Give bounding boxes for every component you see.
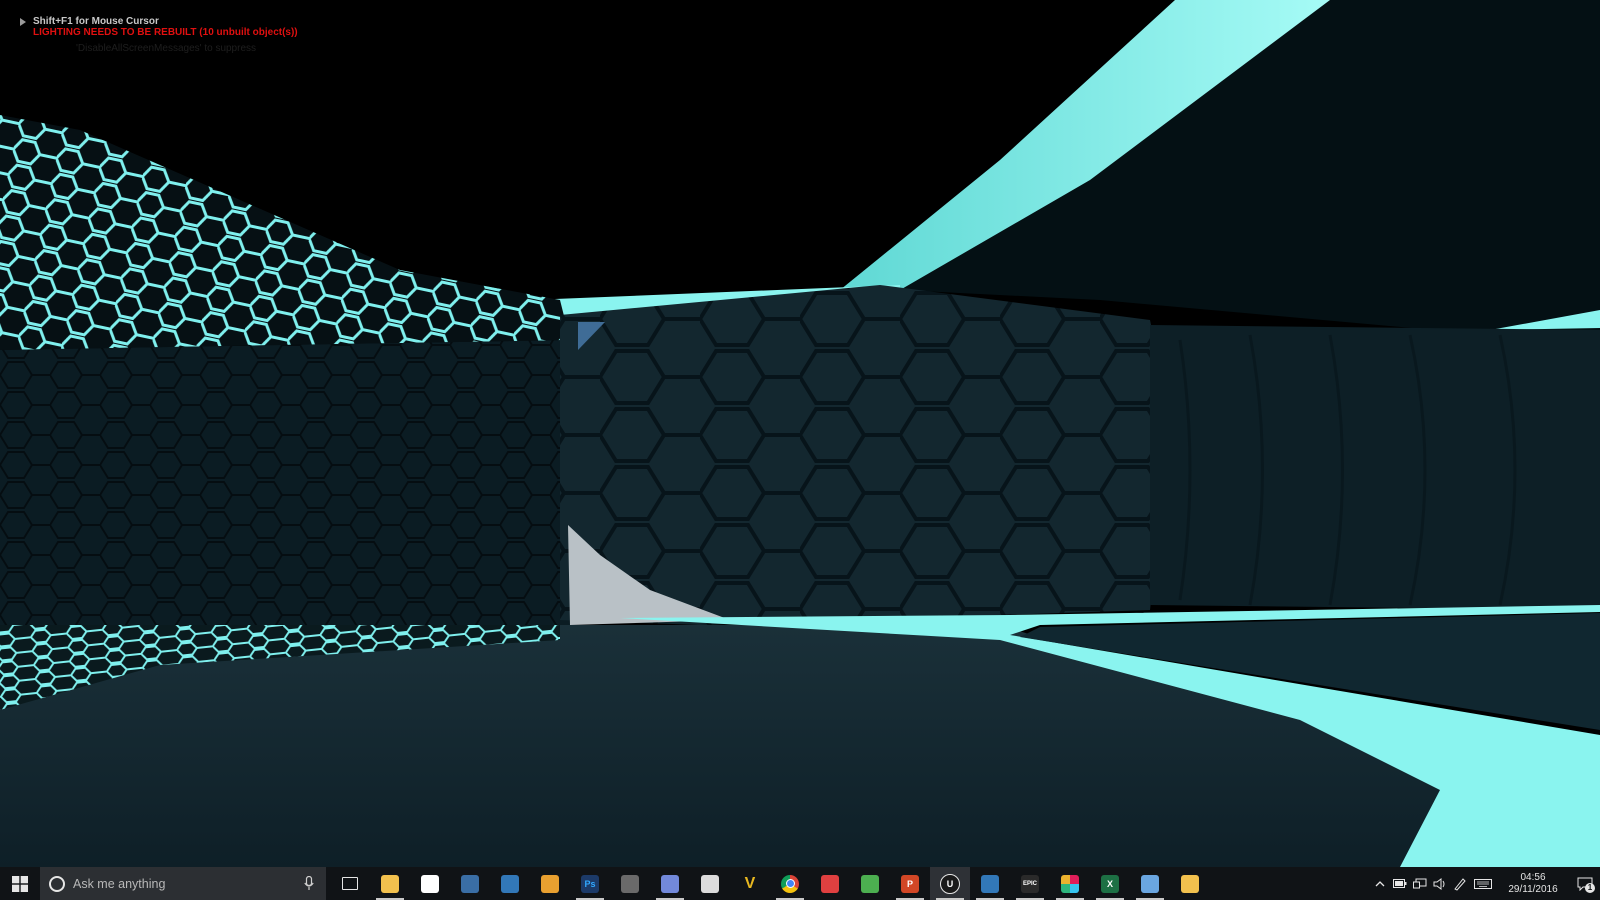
taskbar-app-globe[interactable] [850, 867, 890, 900]
taskbar-app-paint[interactable] [1130, 867, 1170, 900]
taskbar-app-task-view[interactable] [330, 867, 370, 900]
suppress-messages-hint: 'DisableAllScreenMessages' to suppress [76, 43, 257, 54]
clock-time: 04:56 [1520, 871, 1546, 883]
visual-studio-icon [501, 874, 519, 893]
taskbar-app-folder-doc[interactable] [1170, 867, 1210, 900]
taskbar-app-lightning[interactable] [530, 867, 570, 900]
cortana-icon [49, 875, 65, 892]
task-view-icon [342, 877, 358, 890]
swirl-icon [821, 874, 839, 893]
show-hidden-icons-chevron-up-icon[interactable] [1370, 867, 1390, 900]
screen-messages: Shift+F1 for Mouse Cursor LIGHTING NEEDS… [20, 16, 298, 54]
curved-wall-right [1150, 325, 1600, 610]
microphone-icon[interactable] [302, 875, 316, 893]
taskbar-app-slack[interactable] [1050, 867, 1090, 900]
taskbar-app-visual-studio[interactable] [490, 867, 530, 900]
game-scene [0, 0, 1600, 867]
taskbar-app-powerpoint[interactable]: P [890, 867, 930, 900]
taskbar-app-photoshop[interactable]: Ps [570, 867, 610, 900]
mouse-cursor-hint: Shift+F1 for Mouse Cursor [33, 16, 159, 27]
taskbar-app-swirl[interactable] [810, 867, 850, 900]
paint-icon [1141, 874, 1159, 893]
photoshop-icon: Ps [581, 874, 599, 893]
discord-icon [661, 874, 679, 893]
hex-wall-left [0, 340, 570, 625]
taskbar-app-epic-games[interactable]: EPIC [1010, 867, 1050, 900]
globe-icon [861, 874, 879, 893]
battery-icon[interactable] [1390, 867, 1410, 900]
slack-icon [1061, 874, 1079, 893]
figure-icon [701, 874, 719, 893]
keyboard-icon[interactable] [1470, 867, 1496, 900]
taskbar-app-figure[interactable] [690, 867, 730, 900]
tool-icon [621, 874, 639, 893]
cortana-search-box[interactable]: Ask me anything [40, 867, 326, 900]
taskbar-app-store[interactable] [410, 867, 450, 900]
search-placeholder: Ask me anything [73, 876, 166, 891]
taskbar-app-chrome[interactable] [770, 867, 810, 900]
taskbar-app-file-explorer[interactable] [370, 867, 410, 900]
hex-pillar [560, 285, 1170, 625]
v-logo-icon: V [744, 874, 756, 892]
clock[interactable]: 04:56 29/11/2016 [1500, 872, 1566, 896]
visual-studio-icon [981, 874, 999, 893]
chrome-icon [781, 874, 799, 893]
lightning-icon [541, 874, 559, 893]
taskbar-app-tool[interactable] [610, 867, 650, 900]
store-icon [421, 874, 439, 893]
pen-icon[interactable] [1450, 867, 1470, 900]
action-center-button[interactable]: 1 [1570, 867, 1600, 900]
powerpoint-icon: P [901, 874, 919, 893]
file-explorer-icon [381, 874, 399, 893]
taskbar: Ask me anything Ps V P U EPIC X 04:56 29/11/2… [0, 867, 1600, 900]
taskbar-app-unreal-engine[interactable]: U [930, 867, 970, 900]
epic-games-icon: EPIC [1021, 874, 1039, 893]
taskbar-app-discord[interactable] [650, 867, 690, 900]
excel-icon: X [1101, 874, 1119, 893]
taskbar-app-steam[interactable] [450, 867, 490, 900]
unreal-engine-icon: U [940, 873, 960, 894]
taskbar-apps: Ps V P U EPIC X [330, 867, 1210, 900]
system-tray: 04:56 29/11/2016 1 [1370, 867, 1600, 900]
windows-logo-icon [12, 875, 28, 892]
volume-icon[interactable] [1430, 867, 1450, 900]
game-viewport[interactable]: Shift+F1 for Mouse Cursor LIGHTING NEEDS… [0, 0, 1600, 867]
clock-date: 29/11/2016 [1508, 883, 1558, 895]
lighting-warning: LIGHTING NEEDS TO BE REBUILT (10 unbuilt… [33, 27, 298, 38]
network-icon[interactable] [1410, 867, 1430, 900]
taskbar-app-v-logo[interactable]: V [730, 867, 770, 900]
expand-arrow-icon [20, 17, 26, 26]
taskbar-app-excel[interactable]: X [1090, 867, 1130, 900]
folder-doc-icon [1181, 874, 1199, 893]
start-button[interactable] [0, 867, 40, 900]
notification-count-badge: 1 [1585, 883, 1595, 893]
taskbar-app-visual-studio[interactable] [970, 867, 1010, 900]
steam-icon [461, 874, 479, 893]
